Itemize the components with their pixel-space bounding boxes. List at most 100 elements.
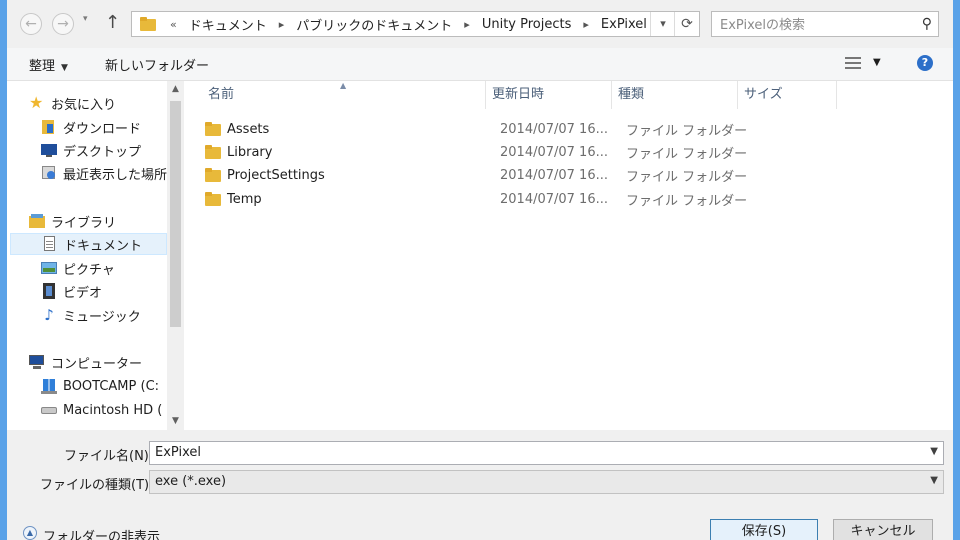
computer-icon <box>29 354 45 370</box>
nav-label: 最近表示した場所 <box>63 167 168 183</box>
up-arrow-icon: ↑ <box>105 12 121 33</box>
nav-label: ピクチャ <box>63 262 115 278</box>
breadcrumb-public-documents[interactable]: パブリックのドキュメント <box>288 15 460 34</box>
music-icon: ♪ <box>44 306 54 324</box>
address-dropdown-icon[interactable]: ▾ <box>650 12 675 36</box>
hard-drive-icon <box>41 402 57 418</box>
file-type: ファイル フォルダー <box>626 193 748 209</box>
scroll-thumb[interactable] <box>170 101 181 327</box>
save-options: ファイル名(N): ExPixel ▼ ファイルの種類(T): exe (*.e… <box>7 430 953 540</box>
new-folder-button[interactable]: 新しいフォルダー <box>105 55 209 74</box>
nav-bootcamp-drive[interactable]: BOOTCAMP (C: <box>41 375 177 397</box>
breadcrumb-separator-icon[interactable]: ▸ <box>579 18 593 31</box>
organize-label: 整理 <box>29 59 56 74</box>
nav-computer[interactable]: コンピューター <box>29 351 165 373</box>
search-icon[interactable]: ⚲ <box>922 16 932 32</box>
file-name: Assets <box>227 121 270 137</box>
drive-icon <box>41 422 57 430</box>
nav-partial-item[interactable] <box>41 419 177 430</box>
save-dialog: ← → ▾ ↑ « ドキュメント ▸ パブリックのドキュメント ▸ Unity … <box>7 0 953 540</box>
recent-places-icon <box>41 165 57 181</box>
nav-label: ミュージック <box>63 309 141 325</box>
chevron-down-icon: ▼ <box>61 63 68 73</box>
save-button[interactable]: 保存(S) <box>710 519 818 540</box>
file-type: ファイル フォルダー <box>626 123 748 139</box>
filetype-value: exe (*.exe) <box>155 474 227 489</box>
organize-button[interactable]: 整理 ▼ <box>29 55 68 74</box>
breadcrumb-overflow[interactable]: « <box>166 18 181 31</box>
nav-scrollbar[interactable]: ▲ ▼ <box>167 81 184 430</box>
breadcrumb-separator-icon[interactable]: ▸ <box>275 18 289 31</box>
nav-pictures[interactable]: ピクチャ <box>41 257 177 279</box>
chevron-down-icon[interactable]: ▼ <box>930 446 938 457</box>
filetype-select[interactable]: exe (*.exe) ▼ <box>149 470 944 494</box>
nav-label: ドキュメント <box>64 238 143 254</box>
nav-label: ダウンロード <box>63 121 142 137</box>
navigation-pane: ★ お気に入り ダウンロード デスクトップ 最近表示した場所 ライブラリ ドキュ… <box>7 81 187 430</box>
filename-value: ExPixel <box>155 445 201 460</box>
breadcrumb-separator-icon[interactable]: ▸ <box>460 18 474 31</box>
nav-label: BOOTCAMP (C: <box>63 378 160 394</box>
nav-label: ビデオ <box>63 285 103 301</box>
collapse-folders-icon[interactable]: ▲ <box>23 526 37 540</box>
file-name: Library <box>227 144 273 160</box>
help-icon[interactable]: ? <box>917 55 933 71</box>
nav-macintosh-drive[interactable]: Macintosh HD ( <box>41 399 177 421</box>
nav-favorites[interactable]: ★ お気に入り <box>29 92 165 114</box>
breadcrumb-unity-projects[interactable]: Unity Projects <box>474 17 580 32</box>
nav-documents[interactable]: ドキュメント <box>10 233 167 255</box>
address-bar[interactable]: « ドキュメント ▸ パブリックのドキュメント ▸ Unity Projects… <box>131 11 700 37</box>
nav-libraries[interactable]: ライブラリ <box>29 210 165 232</box>
nav-label: Macintosh HD ( <box>63 402 163 418</box>
folder-icon <box>205 122 221 136</box>
filename-label: ファイル名(N): <box>64 449 154 464</box>
view-options-icon[interactable] <box>845 57 861 69</box>
refresh-icon[interactable]: ⟳ <box>674 12 699 36</box>
file-type: ファイル フォルダー <box>626 169 748 185</box>
column-type[interactable]: 種類 <box>612 81 738 109</box>
recent-locations-dropdown[interactable]: ▾ <box>83 14 88 24</box>
libraries-icon <box>29 213 45 229</box>
star-icon: ★ <box>29 93 44 112</box>
search-box[interactable]: ⚲ <box>711 11 939 37</box>
column-headers: 名前 ▲ 更新日時 種類 サイズ <box>187 81 953 109</box>
column-size[interactable]: サイズ <box>738 81 837 109</box>
nav-recent-places[interactable]: 最近表示した場所 <box>41 162 177 184</box>
breadcrumb-documents[interactable]: ドキュメント <box>181 15 275 34</box>
nav-desktop[interactable]: デスクトップ <box>41 139 177 161</box>
nav-videos[interactable]: ビデオ <box>41 280 177 302</box>
file-type: ファイル フォルダー <box>626 146 748 162</box>
nav-downloads[interactable]: ダウンロード <box>41 116 177 138</box>
pictures-icon <box>41 260 57 276</box>
cancel-button[interactable]: キャンセル <box>833 519 933 540</box>
folder-icon <box>205 168 221 182</box>
forward-arrow-icon: → <box>57 16 69 32</box>
documents-icon <box>42 236 58 252</box>
nav-label: コンピューター <box>51 356 143 372</box>
address-row: ← → ▾ ↑ « ドキュメント ▸ パブリックのドキュメント ▸ Unity … <box>7 0 953 48</box>
up-button[interactable]: ↑ <box>105 12 120 33</box>
sort-ascending-icon: ▲ <box>340 81 347 90</box>
column-date-modified[interactable]: 更新日時 <box>486 81 612 109</box>
search-input[interactable] <box>718 15 907 35</box>
back-button[interactable]: ← <box>20 13 42 35</box>
scroll-up-icon[interactable]: ▲ <box>167 81 184 98</box>
desktop-icon <box>41 142 57 158</box>
videos-icon <box>41 283 57 299</box>
forward-button[interactable]: → <box>52 13 74 35</box>
nav-label: ライブラリ <box>51 215 117 231</box>
scroll-down-icon[interactable]: ▼ <box>167 413 184 430</box>
command-bar: 整理 ▼ 新しいフォルダー ▼ ? <box>7 48 953 81</box>
file-name: ProjectSettings <box>227 167 325 183</box>
breadcrumb-expixel[interactable]: ExPixel <box>593 17 655 32</box>
chevron-down-icon[interactable]: ▼ <box>930 475 938 486</box>
nav-music[interactable]: ♪ ミュージック <box>41 304 177 326</box>
view-dropdown-icon[interactable]: ▼ <box>873 57 881 68</box>
nav-label: デスクトップ <box>63 144 142 160</box>
back-arrow-icon: ← <box>25 16 37 32</box>
hide-folders-link[interactable]: フォルダーの非表示 <box>43 526 160 540</box>
downloads-icon <box>41 119 57 135</box>
file-date: 2014/07/07 16... <box>500 121 608 137</box>
filename-field[interactable]: ExPixel ▼ <box>149 441 944 465</box>
file-date: 2014/07/07 16... <box>500 167 608 183</box>
